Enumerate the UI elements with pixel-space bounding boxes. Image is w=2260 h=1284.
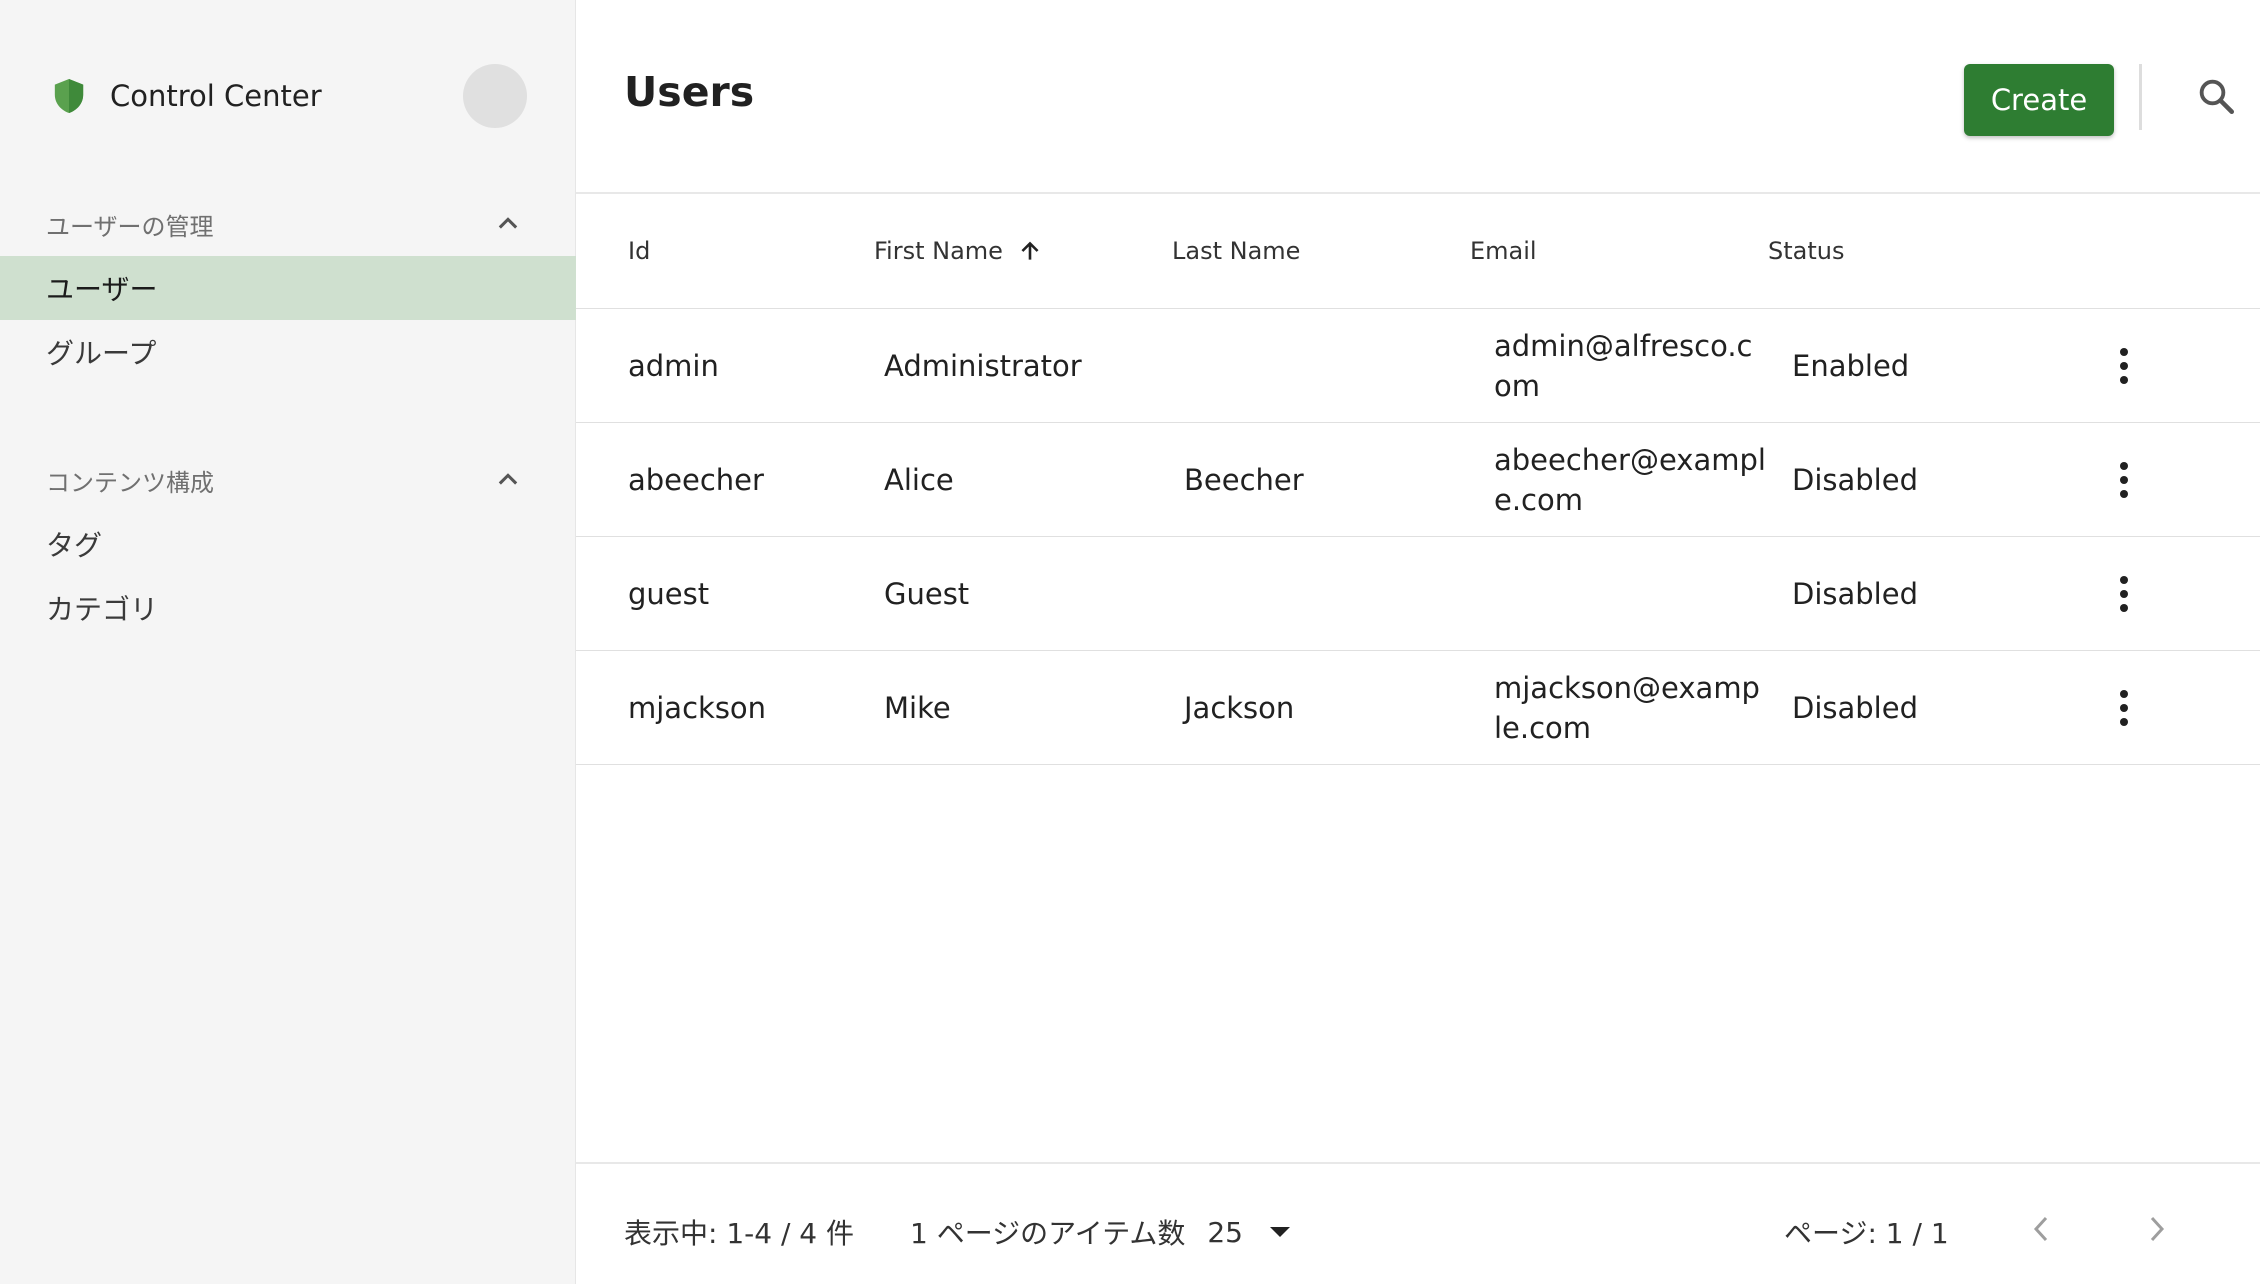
section-label: コンテンツ構成 — [46, 468, 214, 497]
column-header-email[interactable]: Email — [1470, 237, 1768, 265]
items-per-page[interactable]: 1 ページのアイテム数 25 — [910, 1212, 1291, 1252]
sidebar-item-categories[interactable]: カテゴリ — [0, 576, 576, 640]
cell-status: Enabled — [1792, 348, 1910, 383]
chevron-right-icon[interactable] — [2132, 1204, 2182, 1254]
arrow-up-icon — [1017, 238, 1043, 264]
sidebar-item-tags[interactable]: タグ — [0, 512, 576, 576]
sidebar-item-label: カテゴリ — [46, 593, 159, 626]
chevron-left-icon[interactable] — [2016, 1204, 2066, 1254]
section-label: ユーザーの管理 — [46, 212, 214, 241]
page-title: Users — [624, 68, 755, 116]
table-row[interactable]: guest Guest Disabled — [576, 537, 2260, 651]
sidebar-item-groups[interactable]: グループ — [0, 320, 576, 384]
users-table: Id First Name Last Name Email Status adm… — [576, 194, 2260, 765]
brand: Control Center — [52, 64, 322, 128]
search-icon[interactable] — [2190, 70, 2242, 122]
paginator-range: 表示中: 1-4 / 4 件 — [624, 1217, 855, 1250]
sidebar-item-label: グループ — [46, 337, 157, 370]
section-header-content-config[interactable]: コンテンツ構成 — [46, 458, 526, 502]
table-row[interactable]: abeecher Alice Beecher abeecher@example.… — [576, 423, 2260, 537]
cell-last-name: Beecher — [1184, 462, 1304, 497]
shield-icon — [52, 76, 88, 116]
app: Control Center ユーザーの管理 ユーザー グループ コンテンツ構成… — [0, 0, 2260, 1284]
main-content: Users Create Id First Name Last Name Ema… — [576, 0, 2260, 1284]
items-per-page-label: 1 ページのアイテム数 — [910, 1217, 1186, 1250]
more-vert-icon[interactable] — [2100, 564, 2148, 624]
paginator-page: ページ: 1 / 1 — [1784, 1217, 1949, 1250]
cell-first-name: Mike — [884, 690, 951, 725]
cell-first-name: Guest — [884, 576, 970, 611]
cell-id: mjackson — [628, 690, 767, 725]
column-header-first-name[interactable]: First Name — [874, 237, 1172, 265]
table-row[interactable]: admin Administrator admin@alfresco.com E… — [576, 309, 2260, 423]
cell-email: admin@alfresco.com — [1494, 328, 1753, 403]
column-header-last-name[interactable]: Last Name — [1172, 237, 1470, 265]
sidebar-item-users[interactable]: ユーザー — [0, 256, 576, 320]
paginator: 表示中: 1-4 / 4 件 1 ページのアイテム数 25 ページ: 1 / 1 — [576, 1164, 2260, 1284]
more-vert-icon[interactable] — [2100, 678, 2148, 738]
cell-last-name: Jackson — [1184, 690, 1295, 725]
column-header-id[interactable]: Id — [576, 237, 874, 265]
items-per-page-value[interactable]: 25 — [1207, 1216, 1243, 1249]
cell-status: Disabled — [1792, 576, 1918, 611]
cell-status: Disabled — [1792, 690, 1918, 725]
sidebar-item-label: ユーザー — [46, 273, 158, 306]
chevron-up-icon[interactable] — [490, 206, 526, 242]
column-header-label: First Name — [874, 237, 1003, 265]
cell-email: mjackson@example.com — [1494, 670, 1760, 745]
cell-first-name: Alice — [884, 462, 954, 497]
cell-email: abeecher@example.com — [1494, 442, 1766, 517]
sidebar: Control Center ユーザーの管理 ユーザー グループ コンテンツ構成… — [0, 0, 576, 1284]
more-vert-icon[interactable] — [2100, 450, 2148, 510]
app-title: Control Center — [110, 79, 322, 113]
chevron-up-icon[interactable] — [490, 462, 526, 498]
avatar[interactable] — [463, 64, 527, 128]
section-header-user-management[interactable]: ユーザーの管理 — [46, 202, 526, 246]
cell-id: guest — [628, 576, 710, 611]
table-row[interactable]: mjackson Mike Jackson mjackson@example.c… — [576, 651, 2260, 765]
create-button[interactable]: Create — [1964, 64, 2114, 136]
table-header: Id First Name Last Name Email Status — [576, 194, 2260, 309]
arrow-drop-down-icon[interactable] — [1269, 1225, 1291, 1239]
more-vert-icon[interactable] — [2100, 336, 2148, 396]
toolbar-divider — [2139, 64, 2142, 130]
cell-id: admin — [628, 348, 719, 383]
cell-first-name: Administrator — [884, 348, 1082, 383]
column-header-status[interactable]: Status — [1768, 237, 2100, 265]
sidebar-item-label: タグ — [46, 529, 103, 562]
cell-status: Disabled — [1792, 462, 1918, 497]
cell-id: abeecher — [628, 462, 764, 497]
